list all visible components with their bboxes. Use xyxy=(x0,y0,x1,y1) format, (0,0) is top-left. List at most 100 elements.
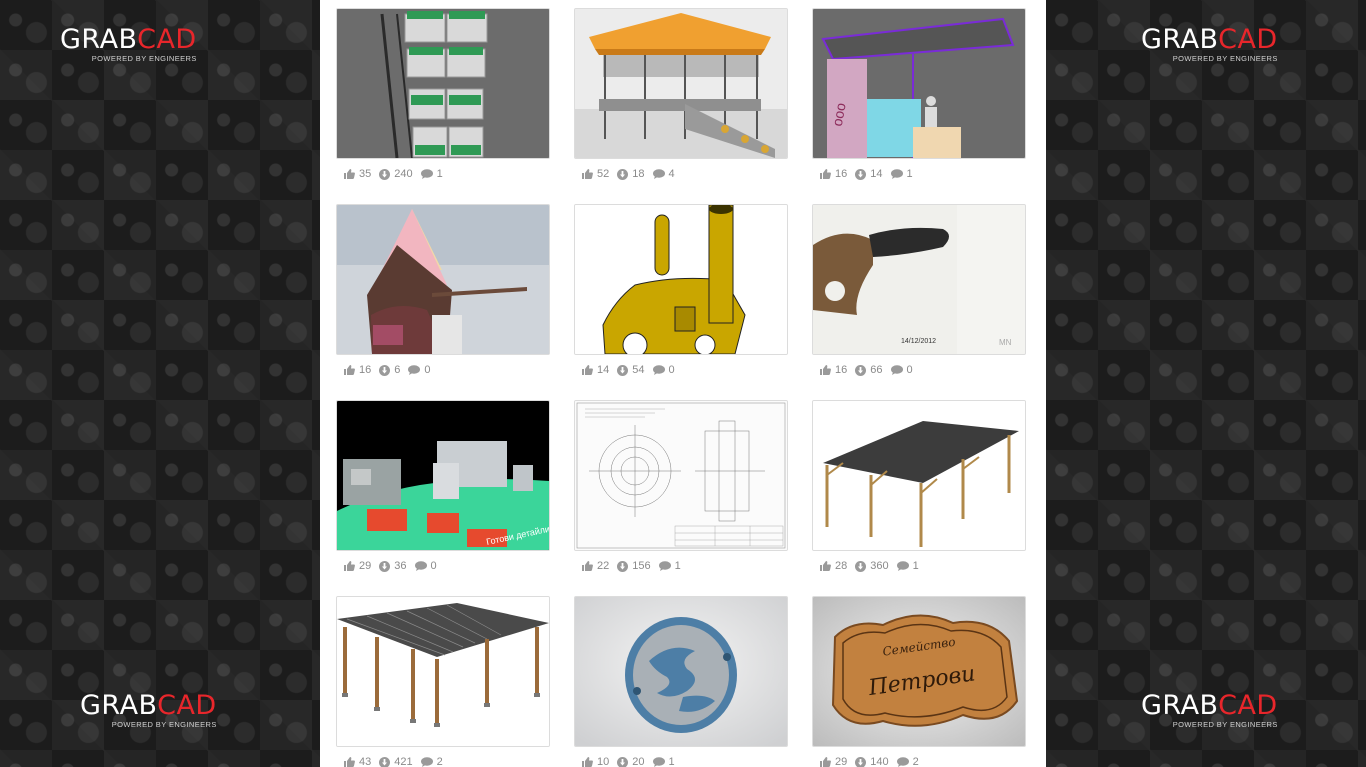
thumbs-up-icon xyxy=(820,757,831,767)
likes-stat[interactable]: 28 xyxy=(820,560,847,572)
model-thumbnail[interactable]: Готови детайли xyxy=(336,400,550,551)
logo-word-accent: CAD xyxy=(1218,690,1278,721)
likes-count: 16 xyxy=(835,364,848,376)
model-thumbnail[interactable] xyxy=(336,596,550,747)
download-icon xyxy=(379,364,391,376)
downloads-stat[interactable]: 66 xyxy=(855,364,883,376)
model-thumbnail[interactable] xyxy=(574,596,788,747)
model-card[interactable]: Семейство Петрови 29 140 2 xyxy=(812,596,1026,767)
wooden-carport-image xyxy=(337,597,549,746)
downloads-stat[interactable]: 240 xyxy=(379,168,413,180)
model-thumbnail[interactable] xyxy=(336,204,550,355)
model-card[interactable]: 14/12/2012 MN 16 66 0 xyxy=(812,204,1026,378)
model-card[interactable]: 35 240 1 xyxy=(336,8,550,182)
comments-count: 0 xyxy=(668,364,675,376)
model-card[interactable]: 22 156 1 xyxy=(574,400,788,574)
knife-image: 14/12/2012 MN xyxy=(813,205,1025,354)
model-thumbnail[interactable] xyxy=(812,400,1026,551)
comment-icon xyxy=(652,365,665,375)
technical-drawing-image xyxy=(575,401,787,550)
comments-stat[interactable]: 2 xyxy=(896,756,919,767)
model-stats: 16 6 0 xyxy=(336,362,550,378)
downloads-stat[interactable]: 156 xyxy=(617,560,651,572)
comments-stat[interactable]: 1 xyxy=(420,168,443,180)
comments-stat[interactable]: 1 xyxy=(890,168,913,180)
download-icon xyxy=(617,756,629,767)
comments-count: 1 xyxy=(668,756,675,767)
model-thumbnail[interactable]: Семейство Петрови xyxy=(812,596,1026,747)
likes-stat[interactable]: 10 xyxy=(582,756,609,767)
thumbs-up-icon xyxy=(344,365,355,375)
likes-count: 10 xyxy=(597,756,610,767)
likes-stat[interactable]: 43 xyxy=(344,756,371,767)
model-thumbnail[interactable]: ooo xyxy=(812,8,1026,159)
comments-stat[interactable]: 2 xyxy=(420,756,443,767)
downloads-stat[interactable]: 360 xyxy=(855,560,889,572)
comments-stat[interactable]: 1 xyxy=(658,560,681,572)
comments-stat[interactable]: 1 xyxy=(652,756,675,767)
comments-stat[interactable]: 0 xyxy=(414,560,437,572)
comment-icon xyxy=(420,757,433,767)
model-card[interactable]: 52 18 4 xyxy=(574,8,788,182)
likes-stat[interactable]: 52 xyxy=(582,168,609,180)
downloads-stat[interactable]: 14 xyxy=(855,168,883,180)
downloads-count: 240 xyxy=(394,168,413,180)
model-stats: 28 360 1 xyxy=(812,558,1026,574)
model-thumbnail[interactable] xyxy=(574,400,788,551)
wooden-name-plate-image: Семейство Петрови xyxy=(813,597,1025,746)
logo-word-main: GRAB xyxy=(80,690,158,721)
likes-stat[interactable]: 16 xyxy=(344,364,371,376)
downloads-stat[interactable]: 140 xyxy=(855,756,889,767)
downloads-stat[interactable]: 36 xyxy=(379,560,407,572)
logo-word-accent: CAD xyxy=(137,24,197,55)
logo-word-accent: CAD xyxy=(157,690,217,721)
downloads-count: 20 xyxy=(632,756,645,767)
model-card[interactable]: 16 6 0 xyxy=(336,204,550,378)
likes-stat[interactable]: 16 xyxy=(820,364,847,376)
model-card[interactable]: Готови детайли 29 36 0 xyxy=(336,400,550,574)
likes-stat[interactable]: 29 xyxy=(820,756,847,767)
download-icon xyxy=(855,364,867,376)
download-icon xyxy=(379,168,391,180)
likes-count: 29 xyxy=(359,560,372,572)
model-card[interactable]: 14 54 0 xyxy=(574,204,788,378)
model-thumbnail[interactable]: 14/12/2012 MN xyxy=(812,204,1026,355)
model-card[interactable]: 28 360 1 xyxy=(812,400,1026,574)
comments-stat[interactable]: 1 xyxy=(896,560,919,572)
comment-icon xyxy=(652,757,665,767)
likes-stat[interactable]: 14 xyxy=(582,364,609,376)
download-icon xyxy=(379,560,391,572)
comments-count: 0 xyxy=(424,364,431,376)
likes-stat[interactable]: 35 xyxy=(344,168,371,180)
thumbs-up-icon xyxy=(820,169,831,179)
downloads-stat[interactable]: 421 xyxy=(379,756,413,767)
model-thumbnail[interactable] xyxy=(336,8,550,159)
logo-word-main: GRAB xyxy=(1141,690,1219,721)
model-thumbnail[interactable] xyxy=(574,8,788,159)
downloads-stat[interactable]: 20 xyxy=(617,756,645,767)
downloads-stat[interactable]: 18 xyxy=(617,168,645,180)
downloads-stat[interactable]: 6 xyxy=(379,364,400,376)
comments-stat[interactable]: 0 xyxy=(890,364,913,376)
comment-icon xyxy=(414,561,427,571)
logo-word-main: GRAB xyxy=(60,24,138,55)
downloads-stat[interactable]: 54 xyxy=(617,364,645,376)
model-stats: 29 36 0 xyxy=(336,558,550,574)
downloads-count: 156 xyxy=(632,560,651,572)
model-card[interactable]: 10 20 1 xyxy=(574,596,788,767)
comments-stat[interactable]: 4 xyxy=(652,168,675,180)
model-card[interactable]: ooo 16 14 1 xyxy=(812,8,1026,182)
likes-stat[interactable]: 16 xyxy=(820,168,847,180)
comments-stat[interactable]: 0 xyxy=(408,364,431,376)
model-thumbnail[interactable] xyxy=(574,204,788,355)
download-icon xyxy=(617,168,629,180)
likes-stat[interactable]: 22 xyxy=(582,560,609,572)
likes-count: 16 xyxy=(359,364,372,376)
model-stats: 14 54 0 xyxy=(574,362,788,378)
likes-count: 43 xyxy=(359,756,372,767)
model-card[interactable]: 43 421 2 xyxy=(336,596,550,767)
download-icon xyxy=(855,756,867,767)
likes-stat[interactable]: 29 xyxy=(344,560,371,572)
comments-stat[interactable]: 0 xyxy=(652,364,675,376)
thumbs-up-icon xyxy=(820,561,831,571)
